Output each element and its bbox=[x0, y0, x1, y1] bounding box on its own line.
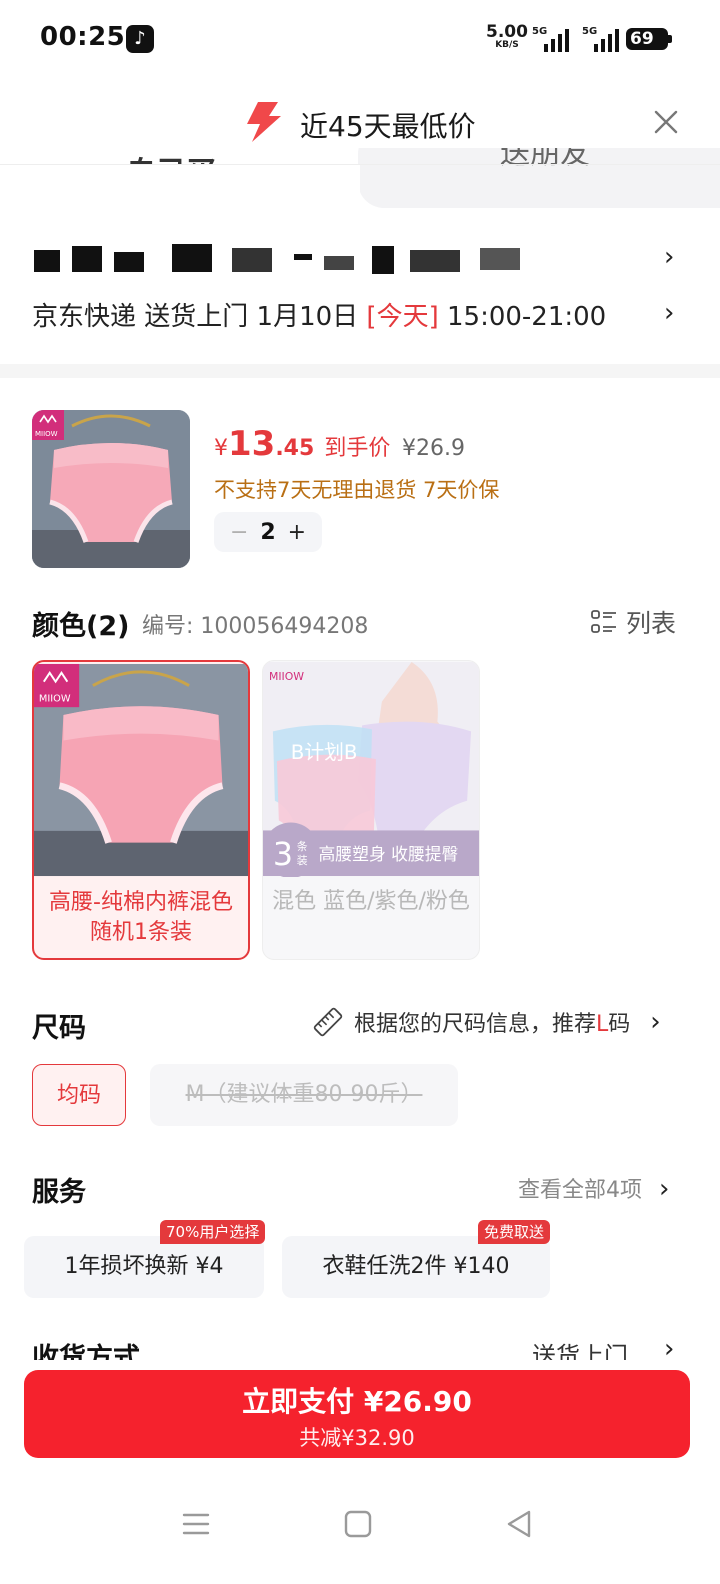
color-option-image: MIIOW B计划B 3 条 装 高腰塑身 收腰提臀 bbox=[263, 661, 479, 877]
promo-brand: MIIOW bbox=[269, 670, 304, 683]
promo-count: 3 bbox=[273, 837, 293, 873]
home-icon[interactable] bbox=[340, 1506, 376, 1542]
service-option[interactable]: 衣鞋任洗2件 ¥140 bbox=[282, 1236, 550, 1298]
color-section-title: 颜色(2) bbox=[32, 611, 130, 642]
service-badge: 免费取送 bbox=[478, 1220, 551, 1244]
color-option[interactable]: MIIOW 高腰-纯棉内裤混色随机1条装 bbox=[32, 660, 250, 960]
tiktok-notification-icon: ♪ bbox=[126, 25, 154, 53]
address-chevron-icon[interactable]: › bbox=[664, 242, 674, 272]
price-label: 到手价 bbox=[324, 436, 391, 461]
pay-now-button[interactable]: 立即支付 ¥26.90 共减¥32.90 bbox=[24, 1370, 690, 1458]
delivery-method: 京东快递 送货上门 1月10日 bbox=[32, 302, 367, 332]
delivery-chevron-icon[interactable]: › bbox=[664, 298, 674, 328]
color-option-image: MIIOW bbox=[34, 663, 248, 877]
sku-number: 编号: 100056494208 bbox=[142, 614, 369, 639]
svg-text:MIIOW: MIIOW bbox=[35, 430, 58, 438]
original-price: ¥26.9 bbox=[402, 436, 465, 461]
quantity-stepper: − 2 + bbox=[214, 512, 322, 552]
battery-level: 69 bbox=[630, 29, 654, 49]
promo-slogan: 高腰塑身 收腰提臀 bbox=[318, 844, 458, 864]
see-all-services[interactable]: 查看全部4项 › bbox=[518, 1172, 669, 1204]
product-thumbnail[interactable]: MIIOW bbox=[32, 410, 190, 568]
see-all-label: 查看全部4项 bbox=[518, 1178, 642, 1203]
receive-method-title: 收货方式 bbox=[32, 1343, 140, 1360]
network-speed-unit: KB/S bbox=[495, 40, 519, 50]
service-badge: 70%用户选择 bbox=[160, 1220, 266, 1244]
ruler-icon bbox=[313, 1007, 343, 1037]
service-section-title: 服务 bbox=[32, 1177, 86, 1208]
service-option[interactable]: 1年损坏换新 ¥4 bbox=[24, 1236, 264, 1298]
size-option[interactable]: 均码 bbox=[32, 1064, 126, 1126]
decrease-button[interactable]: − bbox=[230, 520, 248, 545]
list-icon bbox=[591, 610, 616, 633]
list-view-toggle[interactable]: 列表 bbox=[590, 604, 676, 640]
receive-method-row[interactable]: 收货方式 送货上门 › bbox=[0, 1330, 720, 1360]
price-currency: ¥ bbox=[214, 436, 228, 461]
size-tip-text: 根据您的尺码信息，推荐 bbox=[354, 1012, 597, 1037]
discount-total: 共减¥32.90 bbox=[299, 1426, 415, 1450]
lowest-price-title: 近45天最低价 bbox=[300, 110, 476, 143]
address-redacted[interactable] bbox=[32, 242, 532, 274]
size-tip-suffix: 码 bbox=[608, 1012, 631, 1037]
chevron-right-icon: › bbox=[659, 1174, 670, 1204]
tab-send-to-friend[interactable]: 送朋友 bbox=[358, 148, 720, 208]
close-icon[interactable] bbox=[652, 108, 680, 136]
promo-plan: B计划B bbox=[291, 741, 358, 764]
quantity-value[interactable]: 2 bbox=[260, 520, 275, 545]
size-recommendation[interactable]: 根据您的尺码信息，推荐L码 › bbox=[312, 1006, 661, 1038]
recommended-size: L bbox=[596, 1012, 609, 1037]
signal-icon: 5G bbox=[532, 26, 576, 52]
return-policy: 不支持7天无理由退货 7天价保 bbox=[214, 478, 500, 502]
chevron-right-icon: › bbox=[664, 1334, 675, 1360]
back-icon[interactable] bbox=[502, 1506, 538, 1542]
size-option[interactable]: M（建议体重80-90斤） bbox=[150, 1064, 458, 1126]
list-view-label: 列表 bbox=[626, 609, 677, 638]
status-time: 00:25 bbox=[40, 22, 126, 52]
chevron-right-icon: › bbox=[650, 1007, 661, 1037]
color-option[interactable]: MIIOW B计划B 3 条 装 高腰塑身 收腰提臀 混色 蓝色/紫色/粉色 bbox=[262, 660, 480, 960]
color-option-label: 混色 蓝色/紫色/粉色 bbox=[272, 889, 470, 914]
final-price: ¥13.45 到手价 bbox=[214, 424, 390, 464]
promo-count-unit: 条 bbox=[297, 839, 308, 853]
svg-text:MIIOW: MIIOW bbox=[39, 693, 71, 704]
battery-icon: 69 bbox=[626, 28, 672, 50]
network-speed: 5.00 KB/S bbox=[486, 24, 528, 50]
header-backdrop bbox=[0, 164, 360, 214]
lightning-icon bbox=[247, 102, 281, 142]
delivery-time-window: 15:00-21:00 bbox=[438, 302, 607, 332]
network-speed-value: 5.00 bbox=[486, 22, 528, 42]
price-integer: 13 bbox=[228, 424, 276, 464]
divider bbox=[0, 164, 720, 165]
section-divider bbox=[0, 364, 720, 378]
signal-icon: 5G bbox=[582, 26, 626, 52]
promo-count-unit: 装 bbox=[297, 854, 308, 867]
size-section-title: 尺码 bbox=[32, 1013, 86, 1044]
price-decimal: .45 bbox=[275, 436, 315, 461]
color-option-label: 高腰-纯棉内裤混色随机1条装 bbox=[49, 890, 233, 945]
receive-method-value: 送货上门 bbox=[532, 1342, 628, 1360]
increase-button[interactable]: + bbox=[288, 520, 306, 545]
delivery-today: [今天] bbox=[366, 302, 439, 332]
delivery-info[interactable]: 京东快递 送货上门 1月10日 [今天] 15:00-21:00 bbox=[32, 296, 606, 333]
tab-send-to-friend-label: 送朋友 bbox=[500, 148, 590, 171]
menu-icon[interactable] bbox=[178, 1506, 214, 1542]
pay-now-label: 立即支付 ¥26.90 bbox=[242, 1385, 472, 1418]
